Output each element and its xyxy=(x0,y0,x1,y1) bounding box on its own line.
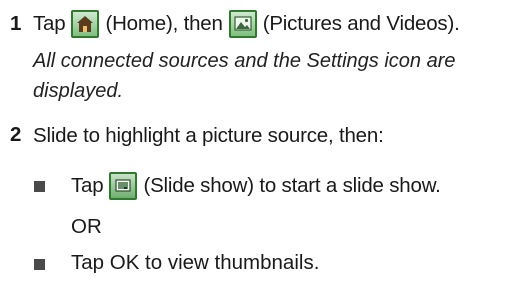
or-text: OR xyxy=(71,215,102,238)
step-1-tap-text: Tap xyxy=(33,12,66,35)
step-1-home-label: (Home), then xyxy=(105,12,223,35)
step-2-text: Slide to highlight a picture source, the… xyxy=(33,124,384,147)
bullet-1-line: Tap (Slide show) to start a slide show. xyxy=(71,171,441,201)
step-1-pictures-label: (Pictures and Videos). xyxy=(262,12,460,35)
step-1-line: Tap (Home), then (Pictures and Videos). xyxy=(33,9,460,39)
step-1-note-line-2: displayed. xyxy=(33,80,124,102)
slideshow-icon xyxy=(109,172,138,200)
instruction-document: 1 Tap (Home), then (Pictures and Videos)… xyxy=(0,0,530,285)
step-1-note-line-1: All connected sources and the Settings i… xyxy=(33,50,456,72)
step-1-number: 1 xyxy=(10,12,22,35)
bullet-marker-2 xyxy=(34,259,45,270)
home-icon xyxy=(71,10,100,38)
bullet-1-tap-text: Tap xyxy=(71,174,104,197)
step-2-number: 2 xyxy=(10,123,22,146)
bullet-1-label: (Slide show) to start a slide show. xyxy=(143,174,441,197)
bullet-marker-1 xyxy=(34,181,45,192)
bullet-2-text: Tap OK to view thumbnails. xyxy=(71,251,320,274)
pictures-videos-icon xyxy=(228,10,257,38)
